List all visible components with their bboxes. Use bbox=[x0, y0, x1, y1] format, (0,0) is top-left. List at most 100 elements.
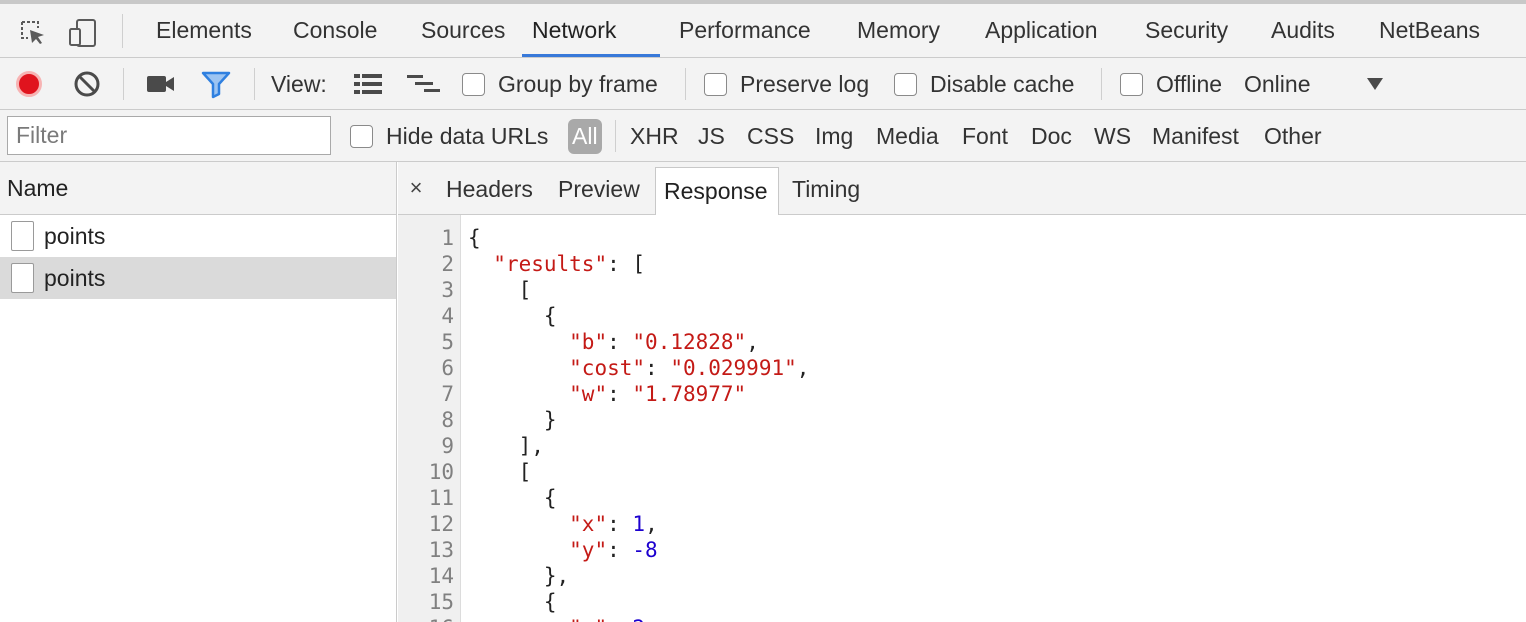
request-row[interactable]: points bbox=[0, 257, 396, 299]
tab-security[interactable]: Security bbox=[1135, 4, 1238, 57]
code-text: "y": -8 bbox=[569, 538, 658, 562]
group-by-frame-label: Group by frame bbox=[498, 70, 658, 97]
hide-data-urls-option[interactable]: Hide data URLs bbox=[350, 110, 548, 162]
tab-audits[interactable]: Audits bbox=[1261, 4, 1345, 57]
preserve-log-option[interactable]: Preserve log bbox=[704, 58, 869, 110]
line-number: 2 bbox=[441, 252, 454, 276]
request-row[interactable]: points bbox=[0, 215, 396, 257]
tab-application[interactable]: Application bbox=[975, 4, 1108, 57]
filter-input[interactable] bbox=[7, 116, 331, 155]
line-number: 11 bbox=[428, 486, 454, 510]
tab-console[interactable]: Console bbox=[283, 4, 387, 57]
hide-data-urls-checkbox[interactable] bbox=[350, 124, 373, 148]
throttling-select[interactable]: Online bbox=[1244, 58, 1310, 110]
line-number: 1 bbox=[441, 226, 454, 250]
devtools-panel-tabs: Elements Console Sources Network Perform… bbox=[0, 0, 1526, 58]
code-text: [ bbox=[468, 460, 532, 484]
group-by-frame-option[interactable]: Group by frame bbox=[462, 58, 658, 110]
disable-cache-checkbox[interactable] bbox=[894, 72, 917, 96]
overview-button[interactable] bbox=[406, 58, 442, 110]
offline-label: Offline bbox=[1156, 70, 1223, 97]
filter-type-doc[interactable]: Doc bbox=[1031, 110, 1072, 162]
toolbar-divider bbox=[254, 68, 255, 100]
tab-performance[interactable]: Performance bbox=[669, 4, 821, 57]
code-text: { bbox=[468, 486, 557, 510]
triangle-down-icon bbox=[1367, 78, 1383, 90]
throttling-dropdown-button[interactable] bbox=[1366, 58, 1384, 110]
code-text: [ bbox=[468, 278, 532, 302]
filter-toggle-button[interactable] bbox=[201, 58, 231, 110]
request-list: Name points points bbox=[0, 162, 397, 622]
preserve-log-checkbox[interactable] bbox=[704, 72, 727, 96]
filter-type-img[interactable]: Img bbox=[815, 110, 853, 162]
name-column-header[interactable]: Name bbox=[0, 162, 396, 215]
inspect-element-icon[interactable] bbox=[16, 16, 50, 50]
toolbar-divider bbox=[1101, 68, 1102, 100]
list-view-icon bbox=[354, 74, 382, 94]
code-text: ], bbox=[468, 434, 544, 458]
tab-memory[interactable]: Memory bbox=[847, 4, 950, 57]
offline-checkbox[interactable] bbox=[1120, 72, 1143, 96]
filter-type-js[interactable]: JS bbox=[698, 110, 725, 162]
record-button[interactable] bbox=[16, 58, 42, 110]
line-number: 13 bbox=[428, 538, 454, 562]
waterfall-icon bbox=[407, 75, 440, 92]
toolbar-divider bbox=[122, 14, 123, 48]
throttling-value: Online bbox=[1244, 70, 1311, 97]
line-number: 14 bbox=[428, 564, 454, 588]
tab-sources[interactable]: Sources bbox=[411, 4, 515, 57]
toolbar-divider bbox=[123, 68, 124, 100]
line-number: 9 bbox=[441, 434, 454, 458]
filter-type-css[interactable]: CSS bbox=[747, 110, 794, 162]
toolbar-divider bbox=[615, 120, 616, 152]
filter-funnel-icon bbox=[201, 71, 231, 99]
disable-cache-label: Disable cache bbox=[930, 70, 1075, 97]
tab-network[interactable]: Network bbox=[522, 4, 660, 57]
request-detail-pane: × Headers Preview Response Timing 1 {2 "r… bbox=[398, 162, 1526, 622]
toolbar-divider bbox=[685, 68, 686, 100]
large-rows-button[interactable] bbox=[353, 58, 383, 110]
clear-icon bbox=[74, 71, 100, 97]
filter-type-manifest[interactable]: Manifest bbox=[1152, 110, 1239, 162]
code-text: { bbox=[468, 226, 481, 250]
filter-type-ws[interactable]: WS bbox=[1094, 110, 1131, 162]
tab-headers[interactable]: Headers bbox=[438, 162, 541, 215]
close-icon[interactable]: × bbox=[404, 174, 428, 202]
disable-cache-option[interactable]: Disable cache bbox=[894, 58, 1074, 110]
document-icon bbox=[11, 221, 34, 251]
code-text: "x": 1, bbox=[569, 512, 658, 536]
tab-response[interactable]: Response bbox=[655, 167, 779, 215]
document-icon bbox=[11, 263, 34, 293]
record-icon bbox=[16, 71, 42, 97]
preserve-log-label: Preserve log bbox=[740, 70, 870, 97]
offline-option[interactable]: Offline bbox=[1120, 58, 1222, 110]
tab-preview[interactable]: Preview bbox=[550, 162, 648, 215]
network-toolbar: View: Group by frame Preserve log Disabl… bbox=[0, 58, 1526, 110]
tab-elements[interactable]: Elements bbox=[146, 4, 262, 57]
video-camera-icon bbox=[147, 76, 174, 92]
code-text: { bbox=[468, 304, 557, 328]
filter-type-xhr[interactable]: XHR bbox=[630, 110, 679, 162]
clear-button[interactable] bbox=[73, 58, 101, 110]
tab-netbeans[interactable]: NetBeans bbox=[1369, 4, 1490, 57]
line-number: 6 bbox=[441, 356, 454, 380]
line-number: 16 bbox=[398, 615, 454, 622]
view-label: View: bbox=[271, 70, 327, 97]
line-number: 4 bbox=[441, 304, 454, 328]
group-by-frame-checkbox[interactable] bbox=[462, 72, 485, 96]
filter-type-media[interactable]: Media bbox=[876, 110, 939, 162]
device-toolbar-icon[interactable] bbox=[66, 16, 100, 50]
tab-timing[interactable]: Timing bbox=[784, 162, 868, 215]
response-viewer[interactable]: 1 {2 "results": [3 [4 {5 "b": "0.12828", 6… bbox=[398, 215, 1526, 622]
request-name: points bbox=[44, 222, 106, 249]
line-number: 8 bbox=[441, 408, 454, 432]
filter-type-all[interactable]: All bbox=[568, 119, 602, 154]
code-text: }, bbox=[468, 564, 570, 588]
filter-type-font[interactable]: Font bbox=[962, 110, 1008, 162]
detail-tabs: × Headers Preview Response Timing bbox=[398, 162, 1526, 215]
code-text: "w": "1.78977" bbox=[569, 382, 747, 406]
filter-type-other[interactable]: Other bbox=[1264, 110, 1322, 162]
line-number: 5 bbox=[441, 330, 454, 354]
code-text: "results": [ bbox=[493, 252, 646, 276]
capture-screenshots-button[interactable] bbox=[146, 58, 176, 110]
